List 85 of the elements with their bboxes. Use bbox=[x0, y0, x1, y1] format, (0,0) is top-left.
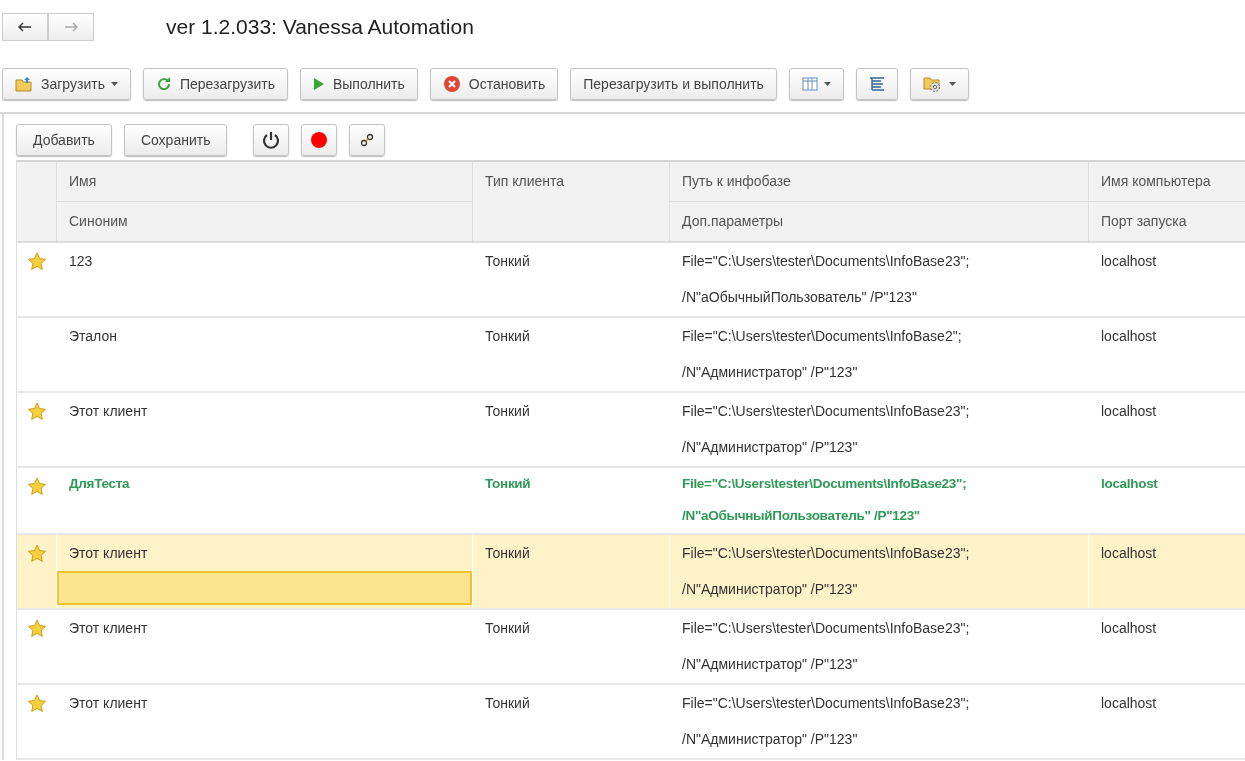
table-cell-text: /N"Администратор" /P"123" bbox=[681, 655, 859, 674]
record-button[interactable] bbox=[301, 124, 338, 156]
table-cell-text: File="C:\Users\tester\Documents\InfoBase23"; bbox=[681, 475, 968, 493]
star-icon bbox=[27, 477, 47, 496]
outline-icon bbox=[868, 76, 885, 92]
outline-button[interactable] bbox=[855, 68, 898, 100]
table-cell-text: /N"аОбычныйПользователь" /P"123" bbox=[681, 507, 921, 525]
stop-icon bbox=[442, 75, 461, 93]
column-header: Доп.параметры bbox=[670, 201, 1088, 241]
chain-link-icon bbox=[360, 133, 375, 147]
table-cell-text: Этот клиент bbox=[68, 619, 149, 638]
record-icon bbox=[310, 131, 329, 149]
column-header: Имя компьютера bbox=[1100, 172, 1212, 191]
table-cell-text: Эталон bbox=[68, 327, 118, 346]
caret-icon bbox=[823, 82, 831, 86]
table-cell-text: File="C:\Users\tester\Documents\InfoBase23"; bbox=[681, 694, 971, 713]
column-header: Тип клиента bbox=[484, 172, 566, 191]
table-row[interactable]: Этот клиент Тонкий File="C:\Users\tester\Documents\InfoBase23"; /N"Администратор" /P"123" localhost bbox=[17, 393, 1245, 468]
folder-icon bbox=[15, 76, 33, 92]
window-title: ver 1.2.033: Vanessa Automation bbox=[166, 15, 474, 39]
save-button[interactable]: Сохранить bbox=[123, 124, 228, 156]
table-cell-text: localhost bbox=[1100, 327, 1158, 346]
table-cell-text: localhost bbox=[1100, 402, 1158, 421]
table-cell-text: Тонкий bbox=[484, 402, 531, 421]
column-header: Синоним bbox=[57, 201, 472, 241]
table-cell-text: ДляТеста bbox=[68, 475, 131, 493]
table-cell-text: 123 bbox=[68, 252, 94, 271]
table-cell-text: File="C:\Users\tester\Documents\InfoBase23"; bbox=[681, 619, 971, 638]
caret-icon bbox=[110, 82, 118, 86]
load-button[interactable]: Загрузить bbox=[2, 68, 131, 100]
caret-icon bbox=[948, 82, 956, 86]
table-cell-text: /N"Администратор" /P"123" bbox=[681, 730, 859, 749]
star-icon bbox=[27, 402, 47, 421]
table-cell-text: Тонкий bbox=[484, 619, 531, 638]
table-row[interactable]: Этот клиент Тонкий File="C:\Users\tester\Documents\InfoBase23"; /N"Администратор" /P"123" localhost bbox=[17, 610, 1245, 685]
reload-button[interactable]: Перезагрузить bbox=[142, 68, 288, 100]
link-button[interactable] bbox=[349, 124, 386, 156]
table-cell-text: Тонкий bbox=[484, 694, 531, 713]
star-icon bbox=[27, 619, 47, 638]
table-cell-text: localhost bbox=[1100, 544, 1158, 563]
table-cell-text: localhost bbox=[1100, 252, 1158, 271]
table-cell-text: File="C:\Users\tester\Documents\InfoBase23"; bbox=[681, 544, 971, 563]
toolbar-button[interactable]: Перезагрузить и выполнить bbox=[570, 68, 777, 100]
play-icon bbox=[312, 77, 325, 91]
table-cell-text: /N"аОбычныйПользователь" /P"123" bbox=[681, 288, 918, 307]
star-icon bbox=[26, 544, 47, 563]
table-cell-text: /N"Администратор" /P"123" bbox=[681, 438, 859, 457]
refresh-icon bbox=[155, 76, 172, 92]
table-cell-text: localhost bbox=[1100, 475, 1159, 493]
table-cell-text: File="C:\Users\tester\Documents\InfoBase2"; bbox=[681, 327, 963, 346]
folder-gear-icon bbox=[922, 75, 943, 93]
table-row[interactable]: Этот клиент Тонкий File="C:\Users\tester\Documents\InfoBase23"; /N"Администратор" /P"123" localhost bbox=[17, 535, 1245, 610]
stop-button[interactable]: Остановить bbox=[429, 68, 559, 100]
table-row[interactable]: Эталон Тонкий File="C:\Users\tester\Documents\InfoBase2"; /N"Администратор" /P"123" localhost bbox=[17, 318, 1245, 393]
column-header: Путь к инфобазе bbox=[681, 172, 792, 191]
table-cell-text: Этот клиент bbox=[68, 544, 149, 563]
column-header: Порт запуска bbox=[1089, 201, 1245, 241]
column-header: Имя bbox=[68, 172, 98, 191]
run-button[interactable]: Выполнить bbox=[299, 68, 418, 100]
back-button[interactable] bbox=[2, 13, 48, 41]
table-cell-text: Тонкий bbox=[484, 327, 531, 346]
table-row[interactable]: 123 Тонкий File="C:\Users\tester\Documents\InfoBase23"; /N"аОбычныйПользователь" /P"123" localhost bbox=[17, 243, 1245, 318]
table-cell-text: File="C:\Users\tester\Documents\InfoBase23"; bbox=[681, 402, 971, 421]
table-cell-text: Тонкий bbox=[484, 252, 531, 271]
table-cell-text: File="C:\Users\tester\Documents\InfoBase23"; bbox=[681, 252, 971, 271]
right-arrow-icon bbox=[64, 22, 78, 32]
left-arrow-icon bbox=[18, 22, 32, 32]
table-cell-text: Тонкий bbox=[484, 544, 531, 563]
power-icon bbox=[262, 131, 281, 149]
table-cell-text: Тонкий bbox=[484, 475, 532, 493]
table-cell-text: localhost bbox=[1100, 619, 1158, 638]
synonym-field[interactable] bbox=[57, 571, 472, 605]
table-cell-text: localhost bbox=[1100, 694, 1158, 713]
star-icon bbox=[27, 252, 47, 271]
star-icon bbox=[27, 694, 47, 713]
table-row[interactable]: Этот клиент Тонкий File="C:\Users\tester\Documents\InfoBase23"; /N"Администратор" /P"123" localhost bbox=[17, 685, 1245, 760]
settings-button[interactable] bbox=[909, 68, 969, 100]
columns-button[interactable] bbox=[788, 68, 844, 100]
add-button[interactable]: Добавить bbox=[16, 124, 112, 156]
table-cell-text: /N"Администратор" /P"123" bbox=[681, 580, 859, 599]
table-cell-text: Этот клиент bbox=[68, 694, 149, 713]
columns-icon bbox=[801, 77, 818, 91]
power-button[interactable] bbox=[253, 124, 290, 156]
table-cell-text: /N"Администратор" /P"123" bbox=[681, 363, 859, 382]
table-cell-text: Этот клиент bbox=[68, 402, 149, 421]
